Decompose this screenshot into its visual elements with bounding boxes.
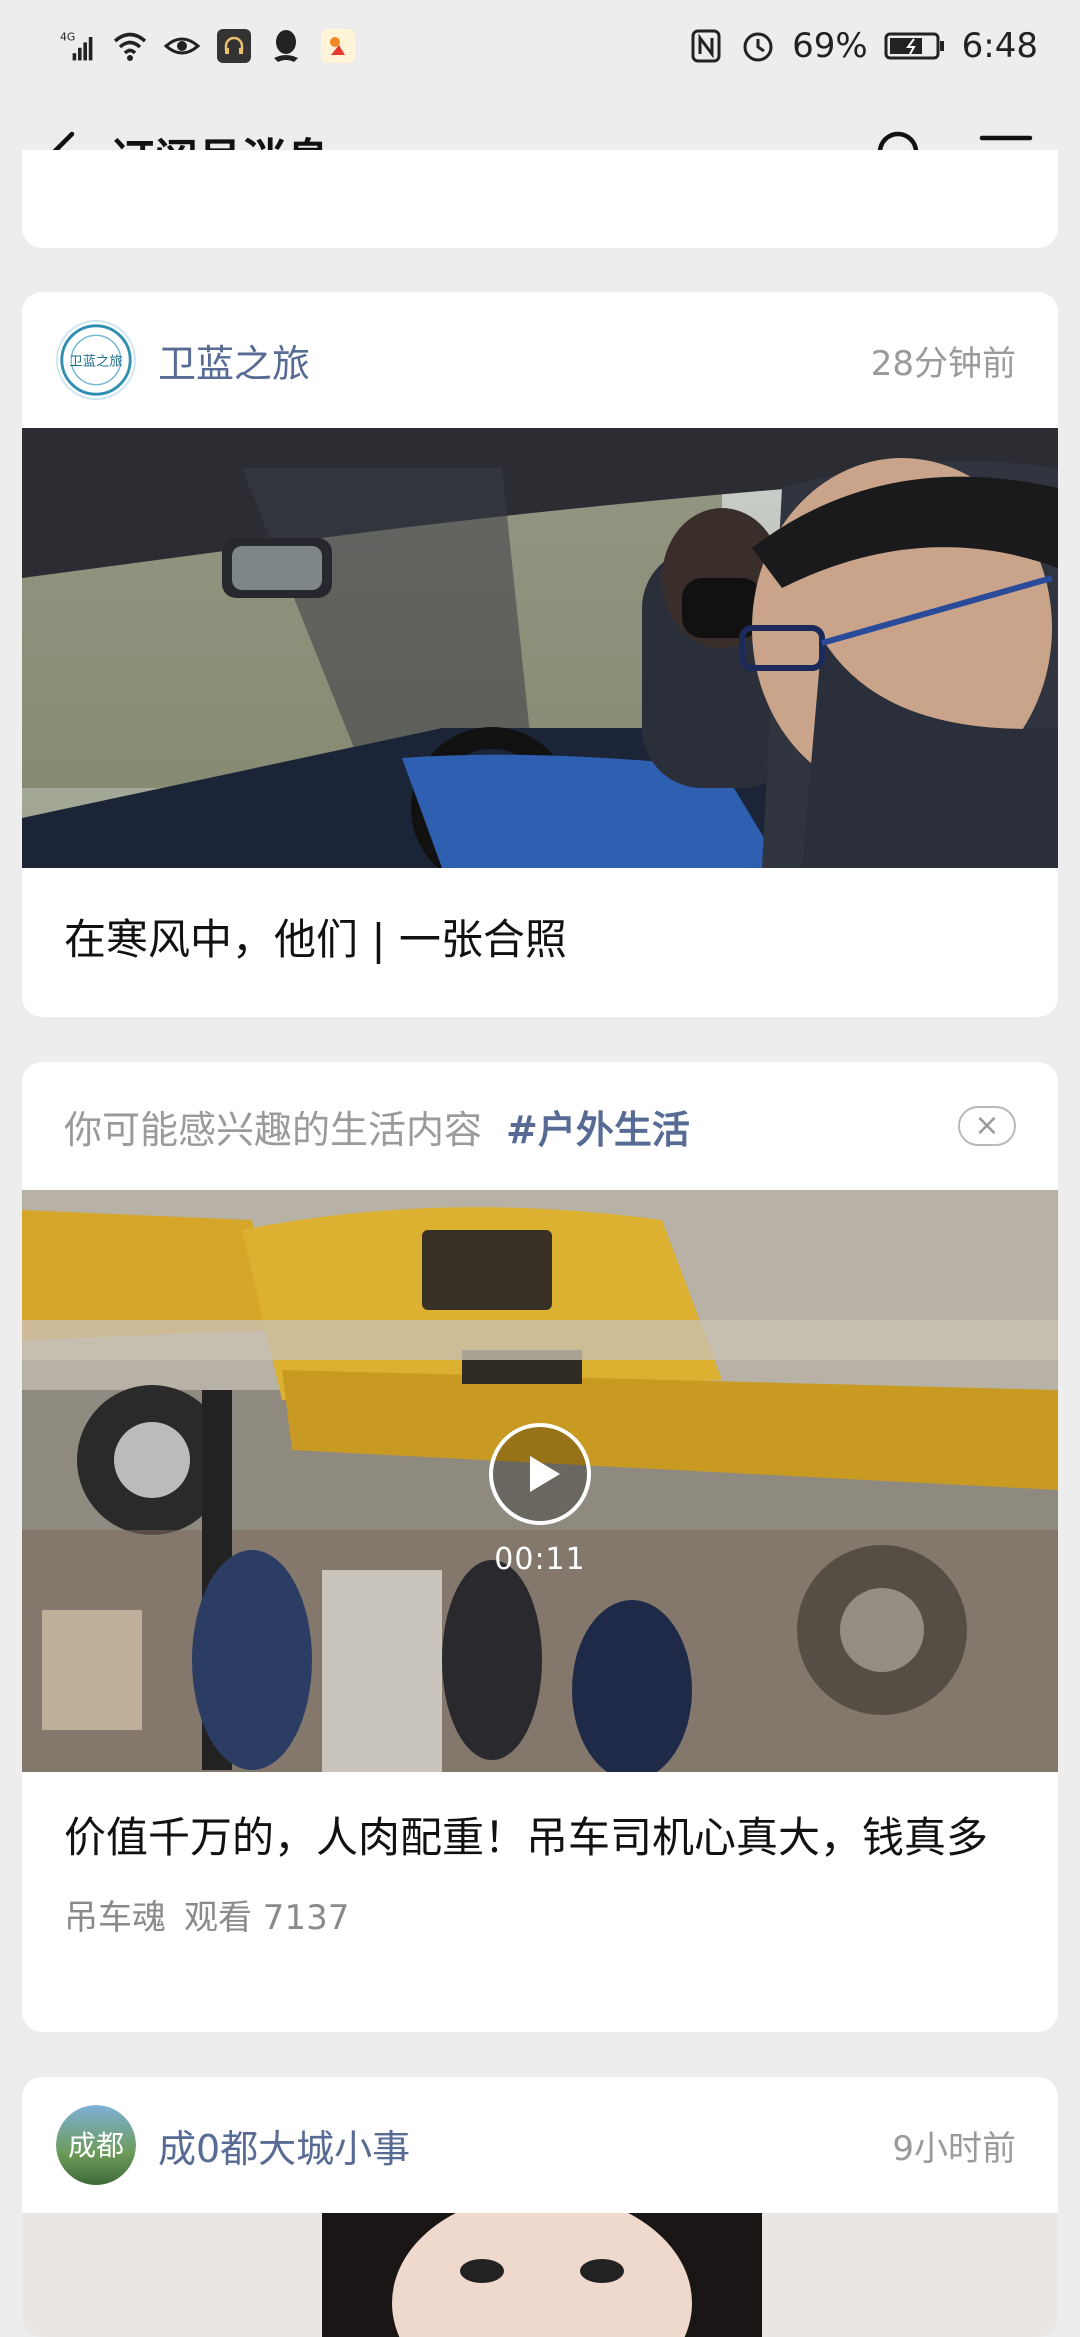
video-cover[interactable]: 00:11 — [22, 1190, 1058, 1772]
status-right: 69% 6:48 — [688, 26, 1038, 66]
article-card[interactable]: 卫蓝之旅 卫蓝之旅 28分钟前 在寒风中，他们 | 一张合照 — [22, 292, 1058, 1017]
video-meta: 吊车魂 观看 7137 — [22, 1870, 1058, 1939]
post-time: 28分钟前 — [870, 343, 1016, 384]
video-duration: 00:11 — [494, 1542, 586, 1577]
dismiss-button[interactable]: × — [958, 1106, 1016, 1146]
svg-text:卫蓝之旅: 卫蓝之旅 — [69, 354, 122, 370]
portrait-photo — [22, 2213, 1058, 2337]
account-name-2[interactable]: 成0都大城小事 — [158, 2118, 410, 2173]
view-count: 观看 7137 — [184, 1898, 350, 1938]
previous-card[interactable] — [22, 150, 1058, 248]
post-time-2: 9小时前 — [892, 2128, 1016, 2169]
app-notification-icon — [320, 28, 356, 64]
recommended-card[interactable]: 你可能感兴趣的生活内容 #户外生活 × 00:11 价值千万的，人肉配重！吊车司… — [22, 1062, 1058, 2032]
eye-icon — [164, 28, 200, 64]
recommendation-header: 你可能感兴趣的生活内容 #户外生活 × — [22, 1062, 1058, 1190]
close-icon: × — [974, 1108, 1000, 1143]
account-avatar-2[interactable]: 成都 — [56, 2105, 136, 2185]
card-header: 卫蓝之旅 卫蓝之旅 28分钟前 — [22, 292, 1058, 428]
account-avatar[interactable]: 卫蓝之旅 — [56, 320, 136, 400]
svg-text:成都: 成都 — [68, 2129, 124, 2162]
battery-percent: 69% — [792, 26, 868, 66]
battery-icon — [884, 28, 946, 64]
article-card-2[interactable]: 成都 成0都大城小事 9小时前 — [22, 2077, 1058, 2337]
nfc-icon — [688, 28, 724, 64]
play-button[interactable] — [488, 1422, 592, 1526]
topic-tag[interactable]: #户外生活 — [506, 1099, 690, 1154]
clock-time: 6:48 — [961, 26, 1038, 66]
qq-icon — [268, 28, 304, 64]
signal-icon: 4G — [60, 28, 96, 64]
video-title[interactable]: 价值千万的，人肉配重！吊车司机心真大，钱真多 — [22, 1772, 1058, 1870]
account-name[interactable]: 卫蓝之旅 — [158, 333, 310, 388]
video-source[interactable]: 吊车魂 — [64, 1890, 166, 1939]
alarm-icon — [740, 28, 776, 64]
status-bar: 4G 69% 6:48 — [0, 0, 1080, 92]
status-left: 4G — [60, 28, 356, 64]
recommendation-label: 你可能感兴趣的生活内容 — [64, 1107, 483, 1152]
svg-text:4G: 4G — [60, 31, 75, 44]
cover-image-2[interactable] — [22, 2213, 1058, 2337]
headphone-app-icon — [216, 28, 252, 64]
play-icon — [489, 1423, 591, 1525]
cover-image[interactable] — [22, 428, 1058, 868]
wifi-icon — [112, 28, 148, 64]
card-header-2: 成都 成0都大城小事 9小时前 — [22, 2077, 1058, 2213]
article-title[interactable]: 在寒风中，他们 | 一张合照 — [22, 868, 1058, 972]
car-photo — [22, 428, 1058, 868]
